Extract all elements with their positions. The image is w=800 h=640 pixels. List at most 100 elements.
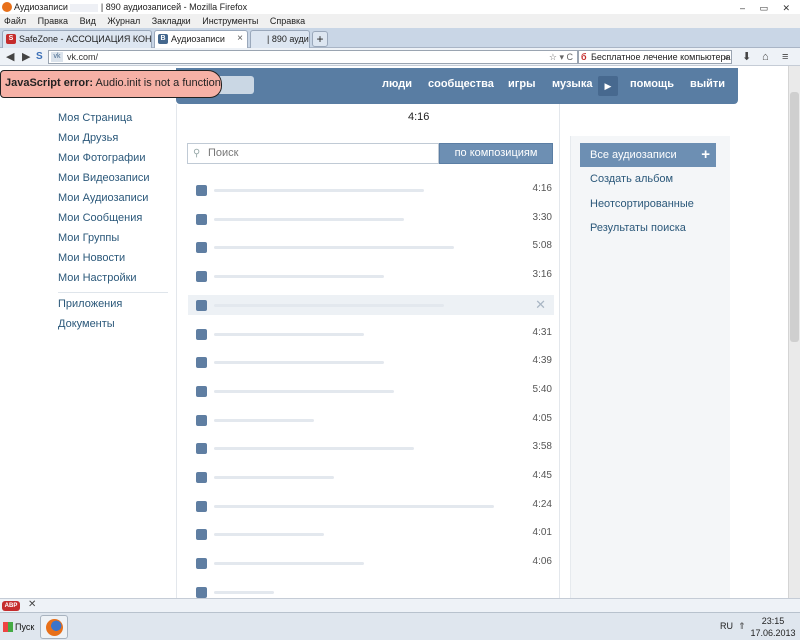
play-track-icon[interactable] — [196, 587, 207, 598]
play-track-icon[interactable] — [196, 329, 207, 340]
menu-file[interactable]: Файл — [4, 16, 26, 26]
player-play-icon[interactable]: ▶ — [598, 76, 618, 96]
window-controls[interactable]: – ▭ ✕ — [740, 1, 796, 15]
left-nav-documents[interactable]: Документы — [58, 318, 115, 330]
search-by-tracks-button[interactable]: по композициям — [439, 143, 553, 164]
left-nav-groups[interactable]: Мои Группы — [58, 232, 119, 244]
menu-tools[interactable]: Инструменты — [202, 16, 258, 26]
nav-logout[interactable]: выйти — [690, 78, 725, 90]
create-album-link[interactable]: Создать альбом — [590, 173, 673, 185]
play-track-icon[interactable] — [196, 185, 207, 196]
tab-audio-count[interactable]: | 890 аудиоза... — [250, 30, 310, 48]
track-row[interactable]: 4:45 — [188, 467, 554, 487]
firefox-icon — [2, 2, 12, 12]
track-row[interactable]: ✕ — [188, 295, 554, 315]
play-track-icon[interactable] — [196, 443, 207, 454]
play-track-icon[interactable] — [196, 214, 207, 225]
start-button[interactable]: Пуск — [2, 617, 38, 637]
track-row[interactable]: 4:06 — [188, 553, 554, 573]
menu-history[interactable]: Журнал — [107, 16, 140, 26]
track-duration: 3:58 — [532, 441, 552, 452]
tray-expand-icon[interactable]: ⇑ — [738, 621, 746, 632]
left-nav-news[interactable]: Мои Новости — [58, 252, 125, 264]
search-bar-text: Бесплатное лечение компьютера — [591, 52, 731, 62]
menu-icon[interactable]: ≡ — [782, 50, 788, 64]
url-bar[interactable]: vk vk.com/ ☆ ▾ C — [48, 50, 578, 64]
menu-edit[interactable]: Правка — [38, 16, 68, 26]
left-nav-apps[interactable]: Приложения — [58, 298, 122, 310]
track-row[interactable]: 4:31 — [188, 324, 554, 344]
page-scrollbar[interactable] — [788, 66, 800, 598]
track-row[interactable]: 4:24 — [188, 496, 554, 516]
forward-icon[interactable]: ▶ — [22, 50, 30, 64]
redacted-track-title — [214, 562, 364, 565]
track-row[interactable]: 3:30 — [188, 209, 554, 229]
search-engine-icon[interactable]: б — [581, 51, 587, 63]
play-track-icon[interactable] — [196, 501, 207, 512]
track-row[interactable]: 4:16 — [188, 180, 554, 200]
play-track-icon[interactable] — [196, 271, 207, 282]
audio-search-input[interactable]: ⚲ Поиск — [187, 143, 439, 164]
nav-help[interactable]: помощь — [630, 78, 674, 90]
tab-audio[interactable]: B Аудиозаписи × — [154, 30, 248, 48]
tab-safezone[interactable]: S SafeZone - АССОЦИАЦИЯ КОНСУЛ... — [2, 30, 152, 48]
close-tab-icon[interactable]: × — [237, 31, 243, 47]
track-row[interactable]: 5:08 — [188, 237, 554, 257]
search-results-link[interactable]: Результаты поиска — [590, 222, 686, 234]
track-row[interactable]: 3:58 — [188, 438, 554, 458]
left-nav-photos[interactable]: Мои Фотографии — [58, 152, 145, 164]
home-icon[interactable]: ⌂ — [762, 50, 769, 64]
remove-track-icon[interactable]: ✕ — [535, 297, 546, 313]
play-track-icon[interactable] — [196, 386, 207, 397]
all-audio-tab[interactable]: Все аудиозаписи + — [580, 143, 716, 167]
close-addon-bar-icon[interactable]: ✕ — [28, 599, 36, 610]
redacted-track-title — [214, 361, 384, 364]
system-clock[interactable]: 23:15 17.06.2013 — [748, 615, 798, 639]
menu-view[interactable]: Вид — [80, 16, 96, 26]
scrollbar-thumb[interactable] — [790, 92, 799, 342]
add-audio-icon[interactable]: + — [701, 143, 710, 167]
left-nav-divider — [58, 292, 168, 293]
search-icon[interactable]: ⌕ — [724, 51, 729, 63]
track-row[interactable]: 3:16 — [188, 266, 554, 286]
now-playing-time: 4:16 — [408, 111, 430, 123]
play-track-icon[interactable] — [196, 357, 207, 368]
left-nav-friends[interactable]: Мои Друзья — [58, 132, 118, 144]
play-track-icon[interactable] — [196, 529, 207, 540]
new-tab-button[interactable]: + — [312, 31, 328, 47]
play-track-icon[interactable] — [196, 558, 207, 569]
play-track-icon[interactable] — [196, 242, 207, 253]
tab-label: Аудиозаписи — [171, 34, 225, 44]
taskbar-firefox-button[interactable] — [40, 615, 68, 639]
menu-help[interactable]: Справка — [270, 16, 305, 26]
left-nav-videos[interactable]: Мои Видеозаписи — [58, 172, 150, 184]
left-nav-settings[interactable]: Мои Настройки — [58, 272, 137, 284]
track-row[interactable]: 4:39 — [188, 352, 554, 372]
unsorted-link[interactable]: Неотсортированные — [590, 198, 694, 210]
redacted-track-title — [214, 419, 314, 422]
language-indicator[interactable]: RU — [720, 621, 733, 631]
track-row[interactable]: 4:01 — [188, 524, 554, 544]
menu-bookmarks[interactable]: Закладки — [152, 16, 191, 26]
adblock-icon[interactable]: ABP — [2, 601, 20, 611]
s-icon[interactable]: S — [36, 50, 43, 64]
nav-music[interactable]: музыка — [552, 78, 592, 90]
track-row[interactable]: 4:05 — [188, 410, 554, 430]
url-bar-actions[interactable]: ☆ ▾ C — [549, 51, 573, 63]
track-row[interactable]: 5:40 — [188, 381, 554, 401]
play-track-icon[interactable] — [196, 472, 207, 483]
left-nav-audio[interactable]: Мои Аудиозаписи — [58, 192, 148, 204]
back-icon[interactable]: ◀ — [6, 50, 14, 64]
search-bar[interactable]: б Бесплатное лечение компьютера ⌕ — [578, 50, 732, 64]
redacted-name — [70, 3, 99, 12]
play-track-icon[interactable] — [196, 415, 207, 426]
status-bar: ABP ✕ — [0, 598, 800, 612]
nav-games[interactable]: игры — [508, 78, 535, 90]
nav-people[interactable]: люди — [382, 78, 412, 90]
download-icon[interactable]: ⬇ — [742, 50, 751, 64]
nav-communities[interactable]: сообщества — [428, 78, 494, 90]
play-track-icon[interactable] — [196, 300, 207, 311]
window-title-bar: Аудиозаписи | 890 аудиозаписей - Mozilla… — [0, 0, 800, 14]
left-nav-my-page[interactable]: Моя Страница — [58, 112, 132, 124]
left-nav-messages[interactable]: Мои Сообщения — [58, 212, 142, 224]
